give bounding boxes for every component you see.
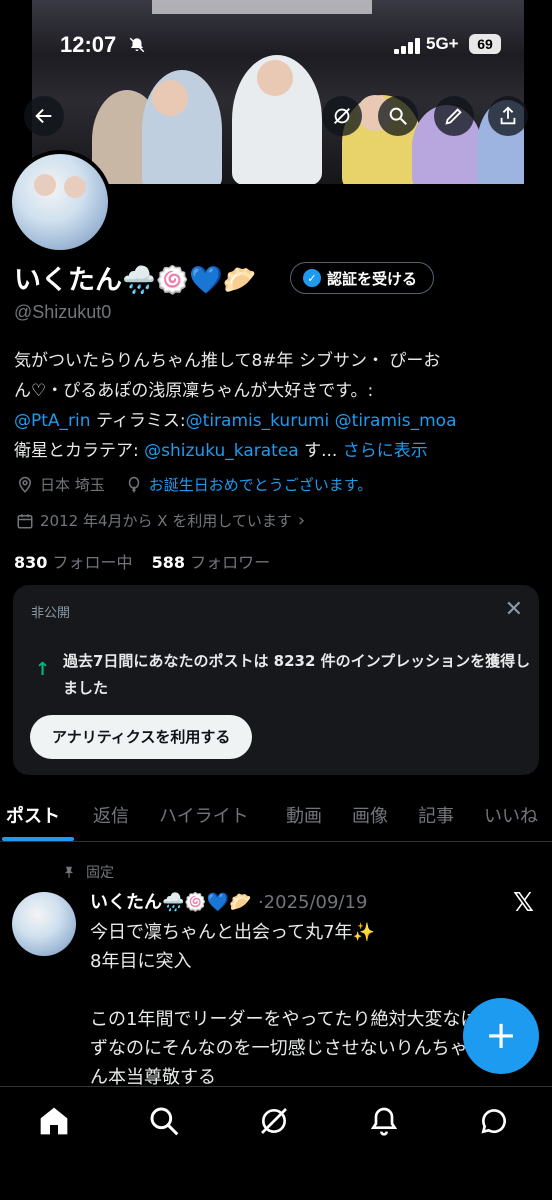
search-button[interactable] [378,96,418,136]
bio-line: ん♡・ぴるあぽの浅原凜ちゃんが大好きです。: [14,381,374,401]
followers-count: 588 [151,553,185,572]
private-label: 非公開 [31,606,71,621]
grok-nav-icon[interactable] [258,1105,294,1141]
back-arrow-icon [35,108,52,124]
mention-link[interactable]: @shizuku_karatea [144,441,299,461]
messages-icon[interactable] [478,1105,514,1141]
pinned-label: 固定 [86,865,114,881]
followers-label: フォロワー [185,553,271,572]
signal-icon [394,38,420,54]
pinned-indicator: 固定 [62,862,114,882]
private-analytics-card: 非公開 ✕ ↑ 過去7日間にあなたのポストは 8232 件のインプレッションを獲… [13,585,539,775]
plus-icon: + [485,1013,517,1057]
location-text: 日本 埼玉 [40,476,105,494]
tab-replies[interactable]: 返信 [93,802,129,828]
follow-counts: 830 フォロー中 588 フォロワー [14,549,270,573]
location-birthday-row: 日本 埼玉 お誕生日おめでとうございます。 [16,474,372,495]
joined-row[interactable]: 2012 年4月から X を利用しています › [16,510,305,531]
tab-images[interactable]: 画像 [352,802,388,828]
x-logo-icon: 𝕏 [513,888,534,918]
arrow-up-icon: ↑ [35,659,51,680]
profile-tabs: ポスト 返信 ハイライト 動画 画像 記事 いいね [0,792,552,842]
show-more-link[interactable]: さらに表示 [343,441,428,461]
share-button[interactable] [488,96,528,136]
post-author-avatar[interactable] [12,892,76,956]
grok-button[interactable] [322,96,362,136]
post-author-name[interactable]: いくたん🌧️🍥💙🥟 [90,892,252,913]
tab-highlights[interactable]: ハイライト [159,802,249,828]
back-button[interactable] [24,96,64,136]
user-handle: @Shizukut0 [14,302,112,322]
notifications-icon[interactable] [368,1105,404,1141]
bio-text: 衛星とカラテア: [14,441,145,461]
status-time: 12:07 [60,32,117,57]
display-name: いくたん🌧️🍥💙🥟 [14,265,257,296]
battery-indicator: 69 [469,34,501,54]
tab-posts[interactable]: ポスト [6,802,60,828]
following-label: フォロー中 [47,553,133,572]
post-text[interactable]: 今日で凜ちゃんと出会って丸7年✨ 8年目に突入 この1年間でリーダーをやってたり… [90,918,510,1092]
location-icon [18,476,32,493]
get-verified-button[interactable]: ✓ 認証を受ける [290,262,435,294]
bottom-navigation [0,1086,552,1200]
bio-text: ティラミス: [90,411,186,431]
mention-link[interactable]: @tiramis_kurumi [186,411,330,431]
active-tab-indicator [2,837,74,841]
verify-button-label: 認証を受ける [327,269,418,288]
tab-articles[interactable]: 記事 [418,802,454,828]
followers-link[interactable]: 588 フォロワー [152,553,271,572]
balloon-icon [128,476,140,492]
status-bar: 12:07 5G+ 69 [0,0,552,92]
bio-text: す... [298,441,343,461]
bio-line: 気がついたらりんちゃん推して8#年 シブサン・ ぴーお [14,351,441,371]
search-nav-icon[interactable] [148,1105,184,1141]
compose-post-button[interactable]: + [463,998,539,1074]
grok-icon [334,108,350,124]
pin-icon [64,866,74,878]
network-type: 5G+ [426,34,459,53]
tab-likes[interactable]: いいね [484,802,538,828]
use-analytics-button[interactable]: アナリティクスを利用する [30,715,253,759]
following-link[interactable]: 830 フォロー中 [14,553,133,572]
pencil-icon [445,108,462,125]
birthday-text[interactable]: お誕生日おめでとうございます。 [149,474,373,495]
calendar-icon [17,513,33,528]
search-icon [389,107,407,125]
post-header: いくたん🌧️🍥💙🥟 ·2025/09/19 [90,888,367,914]
close-icon[interactable]: ✕ [505,597,523,622]
mention-link[interactable]: @tiramis_moa [335,411,457,431]
profile-avatar[interactable] [8,150,112,254]
impressions-message: 過去7日間にあなたのポストは 8232 件のインプレッションを獲得しました [63,652,531,697]
following-count: 830 [14,553,48,572]
verified-badge-icon: ✓ [303,269,321,287]
silent-bell-icon [128,36,146,58]
post-date[interactable]: ·2025/09/19 [258,892,367,913]
home-icon[interactable] [38,1105,74,1141]
mention-link[interactable]: @PtA_rin [14,411,91,431]
tab-videos[interactable]: 動画 [286,802,322,828]
profile-bio: 気がついたらりんちゃん推して8#年 シブサン・ ぴーお ん♡・ぴるあぽの浅原凜ち… [14,346,542,466]
chevron-right-icon: › [297,510,306,531]
joined-text: 2012 年4月から X を利用しています [40,512,292,530]
edit-button[interactable] [434,96,474,136]
share-icon [500,106,516,125]
